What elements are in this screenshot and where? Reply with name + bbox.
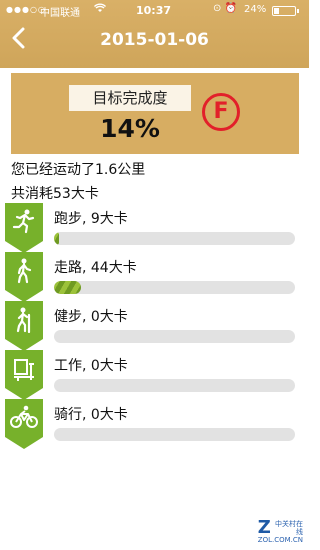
battery-percent: 24% [244, 4, 267, 15]
goal-label: 目标完成度 [69, 85, 191, 111]
progress-fill [54, 232, 59, 245]
work-badge [5, 350, 43, 400]
activity-label: 跑步, 9大卡 [54, 211, 128, 227]
progress-track [54, 379, 295, 392]
work-desk-icon [5, 356, 43, 388]
running-icon [5, 209, 43, 241]
zol-logo-icon: Z [257, 517, 271, 538]
hiking-badge [5, 301, 43, 351]
carrier-name: 中国联通 [40, 8, 80, 19]
watermark-logo: Z 中关村在线 ZOL.COM.CN [257, 517, 303, 545]
progress-fill [54, 281, 81, 294]
walking-badge [5, 252, 43, 302]
activity-row-running[interactable]: 跑步, 9大卡 [0, 203, 309, 253]
progress-track [54, 428, 295, 441]
activity-label: 骑行, 0大卡 [54, 407, 128, 423]
goal-completion-card: 目标完成度 14% F [11, 73, 299, 154]
status-indicators-icon: ⊙ ⏰ [213, 3, 238, 14]
progress-track [54, 281, 295, 294]
activity-row-cycling[interactable]: 骑行, 0大卡 [0, 399, 309, 449]
progress-track [54, 232, 295, 245]
distance-summary: 您已经运动了1.6公里 [11, 162, 146, 178]
activity-label: 走路, 44大卡 [54, 260, 137, 276]
cycling-icon [5, 405, 43, 435]
watermark-line2: ZOL.COM.CN [257, 536, 303, 544]
page-title: 2015-01-06 [100, 30, 209, 50]
activity-label: 工作, 0大卡 [54, 358, 128, 374]
header-bar: ●●●○○ 中国联通 10:37 ⊙ ⏰ 24% 2015-01-06 [0, 0, 309, 68]
cycling-badge [5, 399, 43, 449]
status-bar: ●●●○○ 中国联通 10:37 ⊙ ⏰ 24% [0, 0, 309, 20]
hiking-icon [5, 307, 43, 339]
calories-summary: 共消耗53大卡 [11, 186, 99, 202]
activity-row-work[interactable]: 工作, 0大卡 [0, 350, 309, 400]
activity-label: 健步, 0大卡 [54, 309, 128, 325]
activity-row-hiking[interactable]: 健步, 0大卡 [0, 301, 309, 351]
battery-icon [272, 6, 299, 16]
progress-track [54, 330, 295, 343]
goal-percent: 14% [100, 114, 160, 143]
clock-time: 10:37 [136, 4, 172, 17]
walking-icon [5, 258, 43, 290]
wifi-icon [94, 3, 106, 16]
grade-badge: F [202, 93, 240, 131]
activity-row-walking[interactable]: 走路, 44大卡 [0, 252, 309, 302]
running-badge [5, 203, 43, 253]
